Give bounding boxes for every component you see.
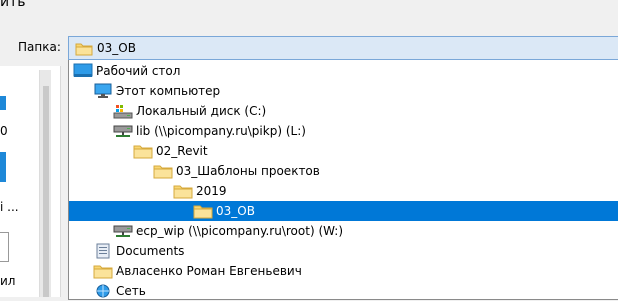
- tree-item-label: Авласенко Роман Евгеньевич: [116, 264, 302, 278]
- tree-item-label: Documents: [116, 244, 185, 258]
- tree-item-label: 2019: [196, 184, 227, 198]
- tree-item-label: Локальный диск (C:): [136, 104, 267, 118]
- tree-item-02-revit[interactable]: 02_Revit: [69, 141, 618, 161]
- folder-icon: [75, 42, 93, 56]
- tree-item-2019[interactable]: 2019: [69, 181, 618, 201]
- side-pane-scrollbar-thumb[interactable]: [43, 86, 49, 297]
- folder-icon: [193, 203, 213, 219]
- folder-icon: [93, 263, 113, 279]
- tree-item-label: Рабочий стол: [96, 64, 181, 78]
- tree-item-ecp-wip-picompany-ru-root-w[interactable]: ecp_wip (\\picompany.ru\root) (W:): [69, 221, 618, 241]
- tree-item-documents[interactable]: Documents: [69, 241, 618, 261]
- tree-item-label: 02_Revit: [156, 144, 208, 158]
- folder-dropdown[interactable]: 03_OB: [68, 36, 618, 60]
- side-pane-text: ил: [0, 274, 16, 288]
- folder-dropdown-value: 03_OB: [97, 41, 136, 55]
- network-drive-icon: [113, 223, 133, 239]
- tree-item-локальный-диск-c[interactable]: Локальный диск (C:): [69, 101, 618, 121]
- window-title-fragment: ить: [0, 0, 26, 10]
- tree-item-авласенко-роман-евгеньевич[interactable]: Авласенко Роман Евгеньевич: [69, 261, 618, 281]
- folder-icon: [153, 163, 173, 179]
- tree-item-03-ob[interactable]: 03_OB: [69, 201, 618, 221]
- tree-item-label: ecp_wip (\\picompany.ru\root) (W:): [136, 224, 344, 238]
- side-pane-icon: [0, 96, 6, 110]
- tree-item-label: lib (\\picompany.ru\pikp) (L:): [136, 124, 306, 138]
- documents-icon: [93, 243, 113, 259]
- side-pane-text: 0: [0, 124, 8, 138]
- tree-item-label: Сеть: [116, 284, 146, 298]
- tree-item-03-шаблоны-проектов[interactable]: 03_Шаблоны проектов: [69, 161, 618, 181]
- document-icon: [0, 232, 9, 262]
- side-pane-icon: [0, 152, 6, 182]
- local-disk-icon: [113, 103, 133, 119]
- tree-item-label: 03_Шаблоны проектов: [176, 164, 320, 178]
- tree-item-lib-picompany-ru-pikp-l[interactable]: lib (\\picompany.ru\pikp) (L:): [69, 121, 618, 141]
- desktop-icon: [73, 63, 93, 79]
- tree-item-этот-компьютер[interactable]: Этот компьютер: [69, 81, 618, 101]
- navigation-pane[interactable]: [0, 66, 61, 297]
- tree-item-рабочий-стол[interactable]: Рабочий стол: [69, 61, 618, 81]
- network-drive-icon: [113, 123, 133, 139]
- tree-item-label: Этот компьютер: [116, 84, 221, 98]
- folder-tree[interactable]: Рабочий стол Этот компьютер Локальный диск…: [68, 60, 618, 300]
- tree-item-сеть[interactable]: Сеть: [69, 281, 618, 301]
- folder-icon: [133, 143, 153, 159]
- side-pane-text: і ...: [0, 200, 19, 214]
- folder-icon: [173, 183, 193, 199]
- folder-label: Папка:: [18, 40, 61, 54]
- tree-item-label: 03_OB: [216, 204, 255, 218]
- computer-icon: [93, 83, 113, 99]
